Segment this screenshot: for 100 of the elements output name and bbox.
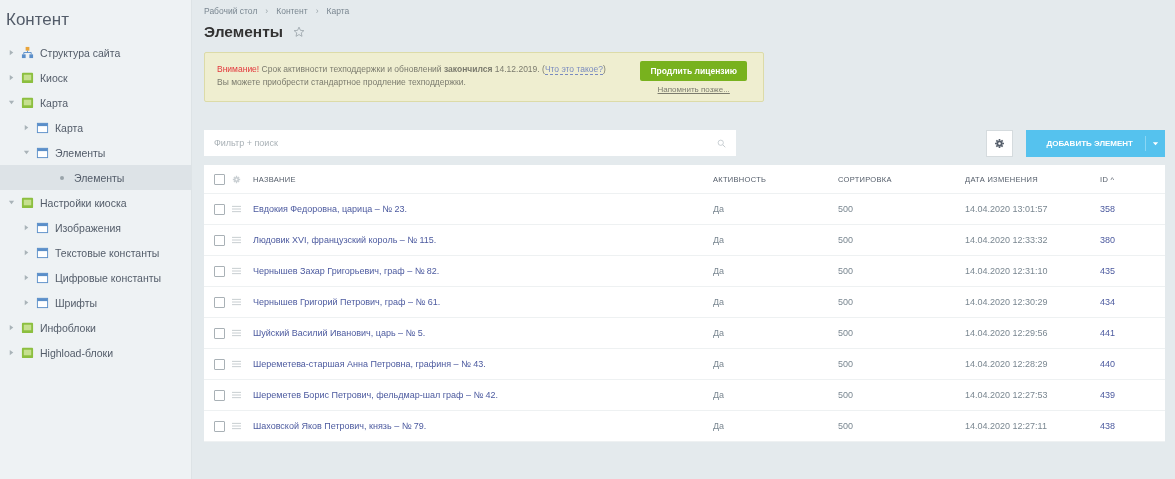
calendar-icon — [36, 146, 49, 159]
folder-icon — [21, 71, 34, 84]
menu-icon[interactable] — [232, 298, 241, 306]
row-checkbox[interactable] — [214, 389, 225, 401]
expand-arrow-icon[interactable] — [23, 149, 30, 156]
remind-later-link[interactable]: Напомнить позже... — [657, 84, 730, 94]
element-name-link[interactable]: Людовик XVI, французский король – № 115. — [253, 235, 437, 245]
table-cell-text: 14.04.2020 12:30:29 — [965, 297, 1049, 307]
settings-icon[interactable] — [232, 174, 241, 184]
table-cell-text: 500 — [838, 390, 855, 400]
id-link[interactable]: 434 — [1100, 297, 1116, 307]
folder-icon — [21, 96, 34, 109]
row-checkbox[interactable] — [214, 203, 225, 215]
row-checkbox[interactable] — [214, 265, 225, 277]
expand-arrow-icon[interactable] — [8, 99, 15, 106]
table-cell-text: 14.04.2020 12:28:29 — [965, 359, 1049, 369]
element-name-link[interactable]: Чернышев Захар Григорьевич, граф – № 82. — [253, 266, 440, 276]
tree-item[interactable]: Элементы — [0, 165, 191, 190]
menu-icon[interactable] — [232, 267, 241, 275]
calendar-icon — [36, 221, 49, 234]
expand-arrow-icon[interactable] — [8, 74, 15, 81]
warning-note: Вы можете приобрести стандартное продление техподдержки. — [217, 77, 467, 88]
tree-item[interactable]: Карта — [0, 115, 191, 140]
expand-arrow-icon[interactable] — [23, 274, 30, 281]
menu-icon[interactable] — [232, 391, 241, 399]
element-name-link[interactable]: Шереметева-старшая Анна Петровна, графиня – № 43. — [253, 359, 486, 369]
row-checkbox[interactable] — [214, 296, 225, 308]
element-name-link[interactable]: Чернышев Григорий Петрович, граф – № 61. — [253, 297, 441, 307]
calendar-icon — [36, 296, 49, 309]
element-name-link[interactable]: Шереметев Борис Петрович, фельдмар-шал граф – № 42. — [253, 390, 499, 400]
search-field[interactable]: Фильтр + поиск — [204, 130, 736, 156]
sidebar-title: Контент — [5, 9, 70, 31]
table-cell-text: 14.04.2020 12:27:53 — [965, 390, 1049, 400]
menu-icon[interactable] — [232, 329, 241, 337]
element-name-link[interactable]: Шуйский Василий Иванович, царь – № 5. — [253, 328, 426, 338]
tree-item[interactable]: Highload-блоки — [0, 340, 191, 365]
table-cell-text: Да — [713, 235, 726, 245]
tree-item[interactable]: Инфоблоки — [0, 315, 191, 340]
table-cell-text: 500 — [838, 359, 855, 369]
menu-icon[interactable] — [232, 205, 241, 213]
star-icon[interactable] — [293, 26, 305, 38]
id-link[interactable]: 435 — [1100, 266, 1116, 276]
tree-item[interactable]: Цифровые константы — [0, 265, 191, 290]
tree-item[interactable]: Изображения — [0, 215, 191, 240]
calendar-icon — [36, 121, 49, 134]
menu-icon[interactable] — [232, 360, 241, 368]
table-cell-text: 500 — [838, 297, 855, 307]
table-cell-text: 14.04.2020 12:33:32 — [965, 235, 1049, 245]
search-icon — [717, 138, 726, 148]
expand-arrow-icon[interactable] — [8, 349, 15, 356]
table-cell-text: Да — [713, 266, 726, 276]
tree-item[interactable]: Киоск — [0, 65, 191, 90]
tree-item[interactable]: Карта — [0, 90, 191, 115]
menu-icon[interactable] — [232, 422, 241, 430]
bullet-icon — [60, 175, 64, 180]
id-link[interactable]: 358 — [1100, 204, 1116, 214]
row-checkbox[interactable] — [214, 358, 225, 370]
id-link[interactable]: 441 — [1100, 328, 1116, 338]
expand-arrow-icon[interactable] — [23, 299, 30, 306]
table-cell-text: 500 — [838, 328, 855, 338]
id-link[interactable]: 380 — [1100, 235, 1116, 245]
table-cell-text: 500 — [838, 266, 855, 276]
folder-icon — [21, 321, 34, 334]
element-name-link[interactable]: Шаховской Яков Петрович, князь – № 79. — [253, 421, 427, 431]
row-checkbox[interactable] — [214, 234, 225, 246]
calendar-icon — [36, 271, 49, 284]
tree-item[interactable]: Шрифты — [0, 290, 191, 315]
warning-message: Внимание! Срок активности техподдержки и обновлений закончился 14.12.2019. (Что это такое?) — [217, 64, 607, 75]
breadcrumb-separator: › — [315, 6, 319, 16]
table-cell-text: Да — [713, 421, 726, 431]
tree-item[interactable]: Текстовые константы — [0, 240, 191, 265]
table-cell-text: Да — [713, 328, 726, 338]
breadcrumb-separator: › — [265, 6, 269, 16]
menu-icon[interactable] — [232, 236, 241, 244]
folder-icon — [21, 196, 34, 209]
tree-item[interactable]: Настройки киоска — [0, 190, 191, 215]
row-checkbox[interactable] — [214, 420, 225, 432]
tree-item[interactable]: Элементы — [0, 140, 191, 165]
table-cell-text: 14.04.2020 13:01:57 — [965, 204, 1049, 214]
expand-arrow-icon[interactable] — [8, 199, 15, 206]
table-cell-text: Да — [713, 390, 726, 400]
element-name-link[interactable]: Евдокия Федоровна, царица – № 23. — [253, 204, 407, 214]
table-cell-text: Да — [713, 204, 726, 214]
id-link[interactable]: 438 — [1100, 421, 1116, 431]
row-checkbox[interactable] — [214, 327, 225, 339]
table-cell-text: 500 — [838, 235, 855, 245]
page-title: Элементы — [204, 23, 283, 41]
settings-button[interactable] — [986, 129, 1014, 157]
tree-item[interactable]: Структура сайта — [0, 40, 191, 65]
expand-arrow-icon[interactable] — [23, 224, 30, 231]
expand-arrow-icon[interactable] — [8, 49, 15, 56]
id-link[interactable]: 440 — [1100, 359, 1116, 369]
expand-arrow-icon[interactable] — [8, 324, 15, 331]
settings-icon — [994, 137, 1006, 149]
expand-arrow-icon[interactable] — [23, 124, 30, 131]
sitemap-icon — [21, 46, 34, 59]
table-cell-text: 500 — [838, 421, 855, 431]
id-link[interactable]: 439 — [1100, 390, 1116, 400]
select-all-checkbox[interactable] — [214, 173, 225, 185]
expand-arrow-icon[interactable] — [23, 249, 30, 256]
